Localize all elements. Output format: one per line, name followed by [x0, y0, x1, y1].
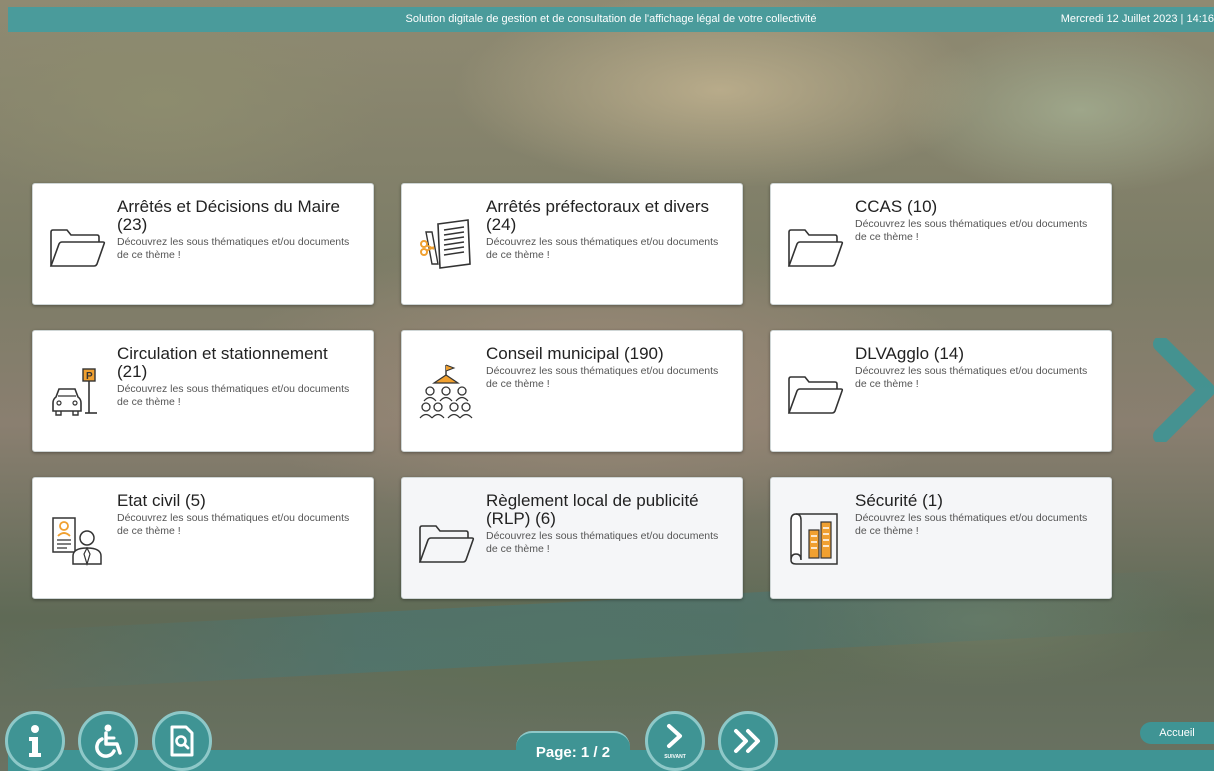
card-description: Découvrez les sous thématiques et/ou doc… — [486, 530, 719, 555]
folder-icon — [787, 229, 844, 267]
building-plan-icon — [790, 513, 838, 565]
card-description: Découvrez les sous thématiques et/ou doc… — [117, 512, 350, 537]
card-description: Découvrez les sous thématiques et/ou doc… — [486, 236, 719, 261]
last-page-button[interactable] — [718, 711, 778, 771]
document-search-icon — [170, 725, 194, 757]
next-button-label: SUIVANT — [664, 754, 686, 760]
folder-icon — [49, 229, 106, 267]
next-page-arrow-icon[interactable] — [1153, 338, 1214, 442]
home-button[interactable]: Accueil — [1140, 722, 1214, 744]
next-button[interactable]: SUIVANT — [645, 711, 705, 771]
info-icon — [29, 725, 41, 757]
document-search-button[interactable] — [152, 711, 212, 771]
card-title: Règlement local de publicité (RLP) (6) — [486, 491, 699, 528]
card-description: Découvrez les sous thématiques et/ou doc… — [855, 218, 1088, 243]
card-description: Découvrez les sous thématiques et/ou doc… — [855, 365, 1088, 390]
accessibility-button[interactable] — [78, 711, 138, 771]
card-title: Arrêtés préfectoraux et divers (24) — [486, 197, 709, 234]
card-title: CCAS (10) — [855, 197, 938, 216]
theme-card-dlvagglo[interactable]: DLVAgglo (14) Découvrez les sous thémati… — [770, 330, 1112, 452]
info-button[interactable] — [5, 711, 65, 771]
car-parking-icon: P — [52, 368, 97, 416]
theme-card-arretes-prefectoraux[interactable]: Arrêtés préfectoraux et divers (24) Déco… — [401, 183, 743, 305]
id-card-person-icon — [52, 517, 102, 567]
theme-card-circulation[interactable]: P Circulation et stationnement (21) Déco… — [32, 330, 374, 452]
card-title: Circulation et stationnement (21) — [117, 344, 328, 381]
page-indicator: Page: 1 / 2 — [516, 731, 630, 771]
card-description: Découvrez les sous thématiques et/ou doc… — [117, 236, 350, 261]
theme-card-arretes-maire[interactable]: Arrêtés et Décisions du Maire (23) Décou… — [32, 183, 374, 305]
card-title: DLVAgglo (14) — [855, 344, 964, 363]
document-scissors-icon — [420, 219, 471, 269]
council-meeting-icon — [419, 364, 473, 419]
header-date: Mercredi 12 Juillet 2023 | 14:16 — [1060, 13, 1214, 25]
card-title: Etat civil (5) — [117, 491, 206, 510]
card-title: Sécurité (1) — [855, 491, 943, 510]
chevron-right-icon — [667, 724, 682, 748]
card-description: Découvrez les sous thématiques et/ou doc… — [855, 512, 1088, 537]
wheelchair-icon — [95, 724, 122, 758]
theme-card-securite[interactable]: Sécurité (1) Découvrez les sous thématiq… — [770, 477, 1112, 599]
theme-card-etat-civil[interactable]: Etat civil (5) Découvrez les sous thémat… — [32, 477, 374, 599]
header-title: Solution digitale de gestion et de consu… — [405, 13, 817, 25]
card-description: Découvrez les sous thématiques et/ou doc… — [117, 383, 350, 408]
svg-text:P: P — [86, 371, 93, 382]
card-title: Arrêtés et Décisions du Maire (23) — [117, 197, 340, 234]
folder-icon — [418, 525, 475, 563]
top-bar: Solution digitale de gestion et de consu… — [8, 7, 1214, 32]
theme-card-conseil-municipal[interactable]: Conseil municipal (190) Découvrez les so… — [401, 330, 743, 452]
folder-icon — [787, 376, 844, 414]
card-title: Conseil municipal (190) — [486, 344, 664, 363]
double-chevron-right-icon — [734, 729, 760, 753]
theme-card-rlp[interactable]: Règlement local de publicité (RLP) (6) D… — [401, 477, 743, 599]
card-description: Découvrez les sous thématiques et/ou doc… — [486, 365, 719, 390]
theme-card-ccas[interactable]: CCAS (10) Découvrez les sous thématiques… — [770, 183, 1112, 305]
